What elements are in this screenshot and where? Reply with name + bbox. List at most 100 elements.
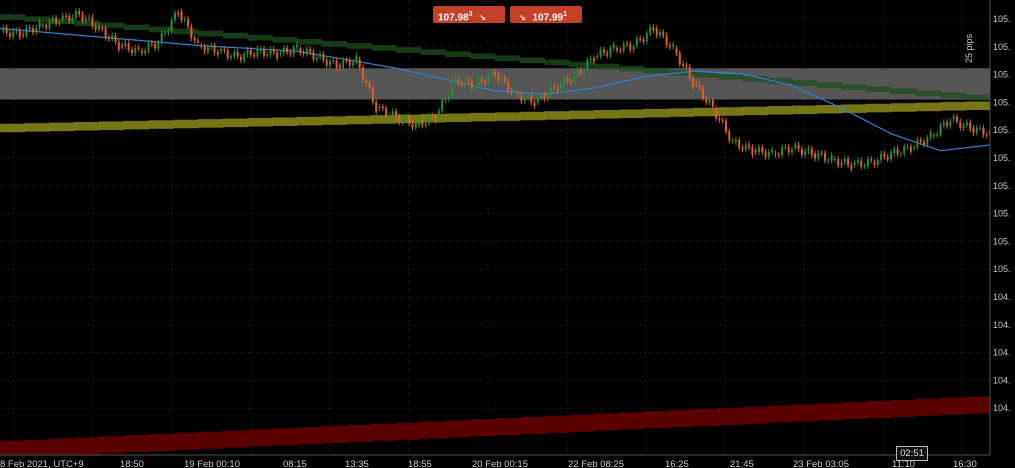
candle-body [560,84,562,91]
candle-body [741,147,744,150]
green-band-segment [816,82,842,88]
candle-body [583,69,586,74]
candle-body [431,115,434,117]
candle-body [378,106,381,109]
red-band-segment [618,412,644,430]
candle-body [401,119,404,123]
candle-body [470,81,473,89]
candle-body [659,32,661,36]
candle-body [771,149,774,152]
yellow-band-segment [222,118,248,128]
candle-body [200,45,203,47]
candle-body [154,44,157,49]
red-band-segment [569,414,595,432]
candle-body [61,15,64,20]
candle-body [975,127,978,133]
candle-body [104,28,107,38]
candle-body [926,137,929,145]
green-band-segment [0,14,26,20]
green-band-segment [148,26,174,33]
candle-body [461,83,463,85]
candle-body [263,48,265,56]
candle-body [612,44,615,49]
candle-body [883,153,886,157]
yellow-band-segment [668,108,694,117]
candle-body [718,117,721,120]
candle-body [602,49,605,53]
candle-body [503,77,506,82]
candle-body [721,119,724,121]
candle-body [589,58,592,60]
red-band-segment [222,430,248,448]
candle-body [269,49,272,55]
green-band-segment [519,57,545,64]
candle-body [824,153,826,161]
candle-body [203,46,206,52]
time-tick-label: 8 Feb 2021, UTC+9 [0,459,84,468]
candle-body [408,116,411,124]
candle-body [827,160,830,162]
candle-body [451,84,454,97]
candle-body [962,125,965,128]
candle-body [599,49,602,57]
candle-body [886,156,889,160]
candle-body [546,95,549,99]
candle-body [857,160,859,163]
yellow-band-segment [891,103,917,112]
candle-body [15,30,18,32]
yellow-band-segment [272,117,298,126]
candle-body [487,76,490,84]
green-band-segment [222,32,248,39]
candle-body [748,144,751,148]
candle-body [876,160,879,165]
price-axis[interactable]: 105. 105. 105. 105. 105. 105. 105. 105. 105. 105.… [989,0,1015,455]
candle-body [329,61,331,66]
candle-body [695,82,698,85]
red-band-segment [693,408,719,426]
yellow-band-segment [618,109,644,119]
sell-quote-button[interactable]: 107.983 ↘ [433,6,505,23]
candle-body [787,147,790,153]
candle-body [71,17,74,21]
candle-body [2,27,5,32]
candle-body [127,43,130,50]
price-tick-label: 104. [993,348,1011,358]
candle-body [286,47,289,53]
buy-quote-button[interactable]: ↘ 107.991 [510,6,582,23]
yellow-band-segment [148,120,174,129]
yellow-band-segment [594,110,620,119]
yellow-band-segment [965,101,991,111]
yellow-band-segment [915,102,941,112]
yellow-band-segment [321,116,347,125]
price-tick-label: 105. [993,236,1011,246]
red-band-segment [123,435,149,453]
red-band-segment [49,438,75,456]
yellow-band-segment [717,107,743,116]
candle-body [114,35,117,42]
candle-body [791,149,793,153]
price-chart[interactable]: 105. 105. 105. 105. 105. 105. 105. 105. 105. 105.… [0,0,1015,468]
candle-body [814,153,817,159]
candle-body [309,48,312,53]
candle-body [246,49,249,55]
candle-body [94,25,97,30]
candle-body [523,97,526,101]
green-band-segment [643,67,669,74]
candle-body [484,81,487,84]
red-band-segment [74,437,100,455]
time-axis[interactable]: 8 Feb 2021, UTC+9 18:50 19 Feb 00:10 08:15 1… [0,454,1015,468]
candle-body [243,54,246,61]
yellow-band-segment [420,114,446,123]
candle-body [913,147,916,149]
candle-body [833,158,836,160]
green-band-segment [371,45,397,51]
candle-body [404,116,407,120]
candle-body [490,71,493,77]
red-band-segment [99,436,125,454]
candle-body [315,57,318,60]
candle-body [781,147,784,156]
red-band-segment [371,423,397,441]
candle-body [312,52,315,60]
candle-body [305,48,308,54]
price-tick-label: 104. [993,320,1011,330]
